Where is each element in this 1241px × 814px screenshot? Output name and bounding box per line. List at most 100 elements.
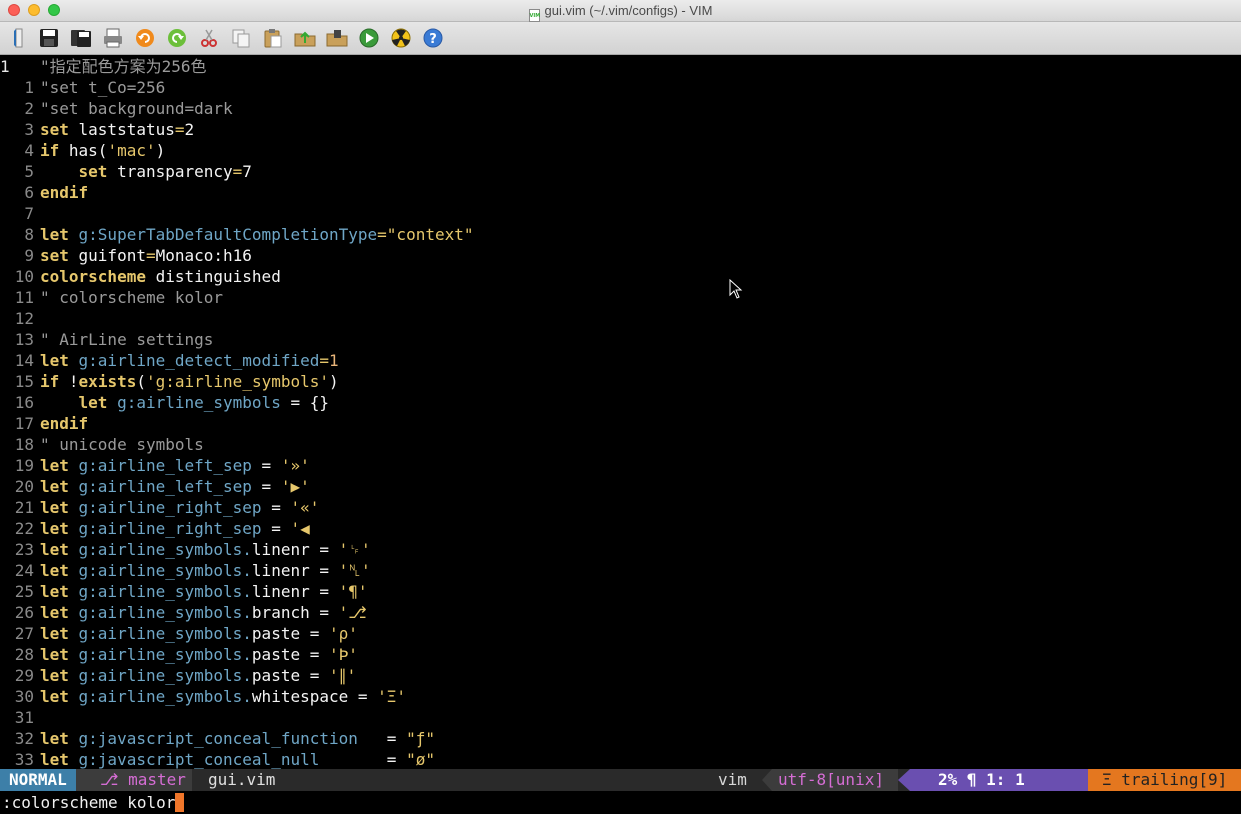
- line-text: set transparency=7: [40, 161, 252, 182]
- copy-button[interactable]: [228, 25, 254, 51]
- editor-line[interactable]: 24 let g:airline_symbols.linenr = '␤': [0, 560, 1241, 581]
- editor-line[interactable]: 26 let g:airline_symbols.branch = '⎇: [0, 602, 1241, 623]
- make-button[interactable]: [388, 25, 414, 51]
- line-number: 26: [14, 603, 34, 622]
- line-number: 25: [14, 582, 34, 601]
- save-icon: [40, 29, 58, 47]
- syntax-token: g:airline_right_sep: [78, 498, 262, 517]
- syntax-token: =: [309, 540, 339, 559]
- line-number: 31: [14, 708, 34, 727]
- syntax-token: paste: [251, 645, 301, 664]
- editor-line[interactable]: 2 "set background=dark: [0, 98, 1241, 119]
- editor-line[interactable]: 4 if has('mac'): [0, 140, 1241, 161]
- command-line[interactable]: :colorscheme kolor: [0, 791, 1241, 814]
- editor-line[interactable]: 19 let g:airline_left_sep = '»': [0, 455, 1241, 476]
- line-text: if has('mac'): [40, 140, 165, 161]
- syntax-token: ): [155, 141, 166, 160]
- editor-line[interactable]: 8 let g:SuperTabDefaultCompletionType="co…: [0, 224, 1241, 245]
- editor-line[interactable]: 12: [0, 308, 1241, 329]
- undo-button[interactable]: [132, 25, 158, 51]
- editor-line[interactable]: 28 let g:airline_symbols.paste = 'Þ': [0, 644, 1241, 665]
- redo-button[interactable]: [164, 25, 190, 51]
- cut-button[interactable]: [196, 25, 222, 51]
- syntax-token: g:SuperTabDefaultCompletionType: [78, 225, 378, 244]
- editor-line[interactable]: 5 set transparency=7: [0, 161, 1241, 182]
- line-text: let g:airline_symbols = {}: [40, 392, 329, 413]
- syntax-token: 2: [184, 120, 195, 139]
- editor-line[interactable]: 1 "指定配色方案为256色: [0, 56, 1241, 77]
- line-text: let g:airline_symbols.whitespace = 'Ξ': [40, 686, 406, 707]
- syntax-token: (: [136, 372, 146, 391]
- load-session-button[interactable]: [292, 25, 318, 51]
- line-text: let g:airline_symbols.paste = '∥': [40, 665, 356, 686]
- syntax-token: [40, 393, 79, 412]
- editor-line[interactable]: 6 endif: [0, 182, 1241, 203]
- line-text: let g:airline_right_sep = '◀: [40, 518, 310, 539]
- open-file-button[interactable]: [6, 25, 32, 51]
- save-button[interactable]: [36, 25, 62, 51]
- title-bar: VIM gui.vim (~/.vim/configs) - VIM: [0, 0, 1241, 22]
- editor-line[interactable]: 13 " AirLine settings: [0, 329, 1241, 350]
- syntax-token: =: [174, 120, 185, 139]
- print-button[interactable]: [100, 25, 126, 51]
- editor-buffer[interactable]: 1 "指定配色方案为256色 1 "set t_Co=256 2 "set backgro…: [0, 56, 1241, 769]
- save-all-button[interactable]: [68, 25, 94, 51]
- syntax-token: let: [40, 582, 79, 601]
- syntax-token: set: [40, 120, 79, 139]
- cursor-position: 2% ¶ 1: 1: [910, 769, 1088, 791]
- line-number: 22: [14, 519, 34, 538]
- svg-text:?: ?: [429, 32, 437, 47]
- editor-line[interactable]: 16 let g:airline_symbols = {}: [0, 392, 1241, 413]
- line-number: 29: [14, 666, 34, 685]
- paste-button[interactable]: [260, 25, 286, 51]
- editor-line[interactable]: 7: [0, 203, 1241, 224]
- editor-line[interactable]: 29 let g:airline_symbols.paste = '∥': [0, 665, 1241, 686]
- editor-line[interactable]: 22 let g:airline_right_sep = '◀: [0, 518, 1241, 539]
- editor-line[interactable]: 17 endif: [0, 413, 1241, 434]
- syntax-token: 'Ξ': [377, 687, 407, 706]
- editor-line[interactable]: 32 let g:javascript_conceal_function = "ƒ…: [0, 728, 1241, 749]
- editor-line[interactable]: 14 let g:airline_detect_modified=1: [0, 350, 1241, 371]
- editor-line[interactable]: 27 let g:airline_symbols.paste = 'ρ': [0, 623, 1241, 644]
- syntax-token: endif: [40, 183, 89, 202]
- editor-line[interactable]: 20 let g:airline_left_sep = '▶': [0, 476, 1241, 497]
- syntax-token: g:airline_symbols.: [78, 624, 252, 643]
- syntax-token: g:javascript_conceal_null: [78, 750, 320, 769]
- editor-line[interactable]: 31: [0, 707, 1241, 728]
- run-script-button[interactable]: [356, 25, 382, 51]
- syntax-token: 1: [329, 351, 339, 370]
- editor-line[interactable]: 18 " unicode symbols: [0, 434, 1241, 455]
- editor-line[interactable]: 15 if !exists('g:airline_symbols'): [0, 371, 1241, 392]
- syntax-token: =: [145, 246, 156, 265]
- syntax-token: ): [329, 372, 339, 391]
- syntax-token: let: [40, 645, 79, 664]
- editor-line[interactable]: 9 set guifont=Monaco:h16: [0, 245, 1241, 266]
- line-text: colorscheme distinguished: [40, 266, 281, 287]
- syntax-token: 'ρ': [329, 624, 358, 643]
- syntax-token: let: [40, 225, 79, 244]
- editor-line[interactable]: 3 set laststatus=2: [0, 119, 1241, 140]
- line-number: 16: [14, 393, 34, 412]
- syntax-token: =: [377, 225, 387, 244]
- save-session-button[interactable]: [324, 25, 350, 51]
- editor-line[interactable]: 10 colorscheme distinguished: [0, 266, 1241, 287]
- editor-line[interactable]: 33 let g:javascript_conceal_null = "ø": [0, 749, 1241, 769]
- editor-line[interactable]: 23 let g:airline_symbols.linenr = '␊': [0, 539, 1241, 560]
- editor-line[interactable]: 25 let g:airline_symbols.linenr = '¶': [0, 581, 1241, 602]
- editor-line[interactable]: 21 let g:airline_right_sep = '«': [0, 497, 1241, 518]
- syntax-token: =: [261, 498, 291, 517]
- syntax-token: '¶': [338, 582, 368, 601]
- syntax-token: " unicode symbols: [40, 435, 204, 454]
- editor-line[interactable]: 30 let g:airline_symbols.whitespace = 'Ξ': [0, 686, 1241, 707]
- editor-line[interactable]: 11 " colorscheme kolor: [0, 287, 1241, 308]
- line-number: 21: [14, 498, 34, 517]
- syntax-token: let: [40, 750, 79, 769]
- line-number: 11: [14, 288, 34, 307]
- syntax-token: guifont: [78, 246, 146, 265]
- syntax-token: =: [309, 582, 339, 601]
- line-text: let g:airline_symbols.linenr = '¶': [40, 581, 368, 602]
- line-number: 20: [14, 477, 34, 496]
- help-button[interactable]: ?: [420, 25, 446, 51]
- run-script-icon: [359, 28, 379, 48]
- editor-line[interactable]: 1 "set t_Co=256: [0, 77, 1241, 98]
